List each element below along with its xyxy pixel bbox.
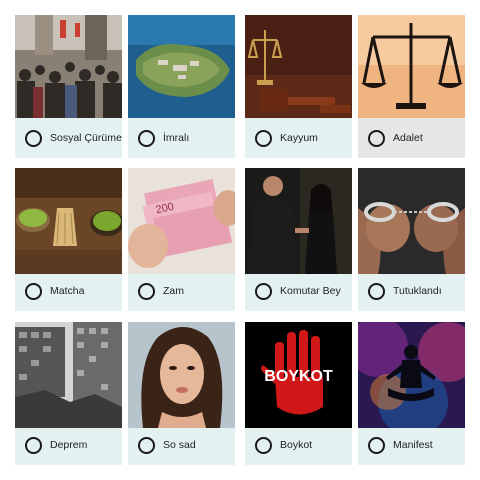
radio-button[interactable] <box>368 282 385 300</box>
option-row[interactable]: Boykot <box>245 425 352 465</box>
option-card-sosyal-curume[interactable]: Sosyal Çürüme <box>15 15 122 158</box>
handcuffs-photo <box>358 168 465 274</box>
radio-button[interactable] <box>138 436 155 454</box>
option-label: So sad <box>163 438 196 451</box>
option-row[interactable]: So sad <box>128 425 235 465</box>
option-label: Sosyal Çürüme <box>50 131 122 144</box>
radio-button[interactable] <box>368 436 385 454</box>
option-row[interactable]: Zam <box>128 271 235 311</box>
radio-button[interactable] <box>368 129 385 147</box>
option-row[interactable]: İmralı <box>128 118 235 158</box>
island-aerial-photo <box>128 15 235 118</box>
option-row[interactable]: Tutuklandı <box>358 271 465 311</box>
option-row[interactable]: Deprem <box>15 425 122 465</box>
option-label: Kayyum <box>280 131 318 144</box>
radio-button[interactable] <box>25 282 42 300</box>
money-banknotes-photo: 200 <box>128 168 235 274</box>
radio-button[interactable] <box>255 282 272 300</box>
option-label: Boykot <box>280 438 313 451</box>
option-label: Komutar Bey <box>280 284 341 297</box>
radio-button[interactable] <box>138 129 155 147</box>
option-label: Manifest <box>393 438 433 451</box>
meditation-cosmos-graphic <box>358 322 465 428</box>
option-row[interactable]: Manifest <box>358 425 465 465</box>
option-label: İmralı <box>163 131 190 144</box>
option-label: Deprem <box>50 438 88 451</box>
option-label: Zam <box>163 284 184 297</box>
option-card-so-sad[interactable]: So sad <box>128 322 235 465</box>
option-card-imrali[interactable]: İmralı <box>128 15 235 158</box>
radio-button[interactable] <box>255 436 272 454</box>
option-card-deprem[interactable]: Deprem <box>15 322 122 465</box>
option-row[interactable]: Komutar Bey <box>245 271 352 311</box>
option-card-boykot[interactable]: BOYKOT Boykot <box>245 322 352 465</box>
gavel-and-scales-photo <box>245 15 352 118</box>
earthquake-ruins-photo <box>15 322 122 428</box>
option-card-komutar-bey[interactable]: Komutar Bey <box>245 168 352 311</box>
scales-of-justice-photo <box>358 15 465 118</box>
boykot-hand-graphic: BOYKOT <box>245 322 352 428</box>
matcha-tea-photo <box>15 168 122 274</box>
option-row[interactable]: Kayyum <box>245 118 352 158</box>
radio-button[interactable] <box>138 282 155 300</box>
option-row[interactable]: Sosyal Çürüme <box>15 118 122 158</box>
radio-button[interactable] <box>25 129 42 147</box>
couple-talking-photo <box>245 168 352 274</box>
option-label: Matcha <box>50 284 85 297</box>
radio-button[interactable] <box>255 129 272 147</box>
option-card-kayyum[interactable]: Kayyum <box>245 15 352 158</box>
option-card-manifest[interactable]: Manifest <box>358 322 465 465</box>
option-card-zam[interactable]: 200 Zam <box>128 168 235 311</box>
option-label: Adalet <box>393 131 423 144</box>
option-label: Tutuklandı <box>393 284 442 297</box>
option-row[interactable]: Matcha <box>15 271 122 311</box>
option-row[interactable]: Adalet <box>358 118 465 158</box>
boykot-text: BOYKOT <box>264 368 333 385</box>
option-card-matcha[interactable]: Matcha <box>15 168 122 311</box>
option-card-tutuklandi[interactable]: Tutuklandı <box>358 168 465 311</box>
radio-button[interactable] <box>25 436 42 454</box>
option-card-adalet[interactable]: Adalet <box>358 15 465 158</box>
woman-portrait-photo <box>128 322 235 428</box>
crowd-street-photo <box>15 15 122 118</box>
